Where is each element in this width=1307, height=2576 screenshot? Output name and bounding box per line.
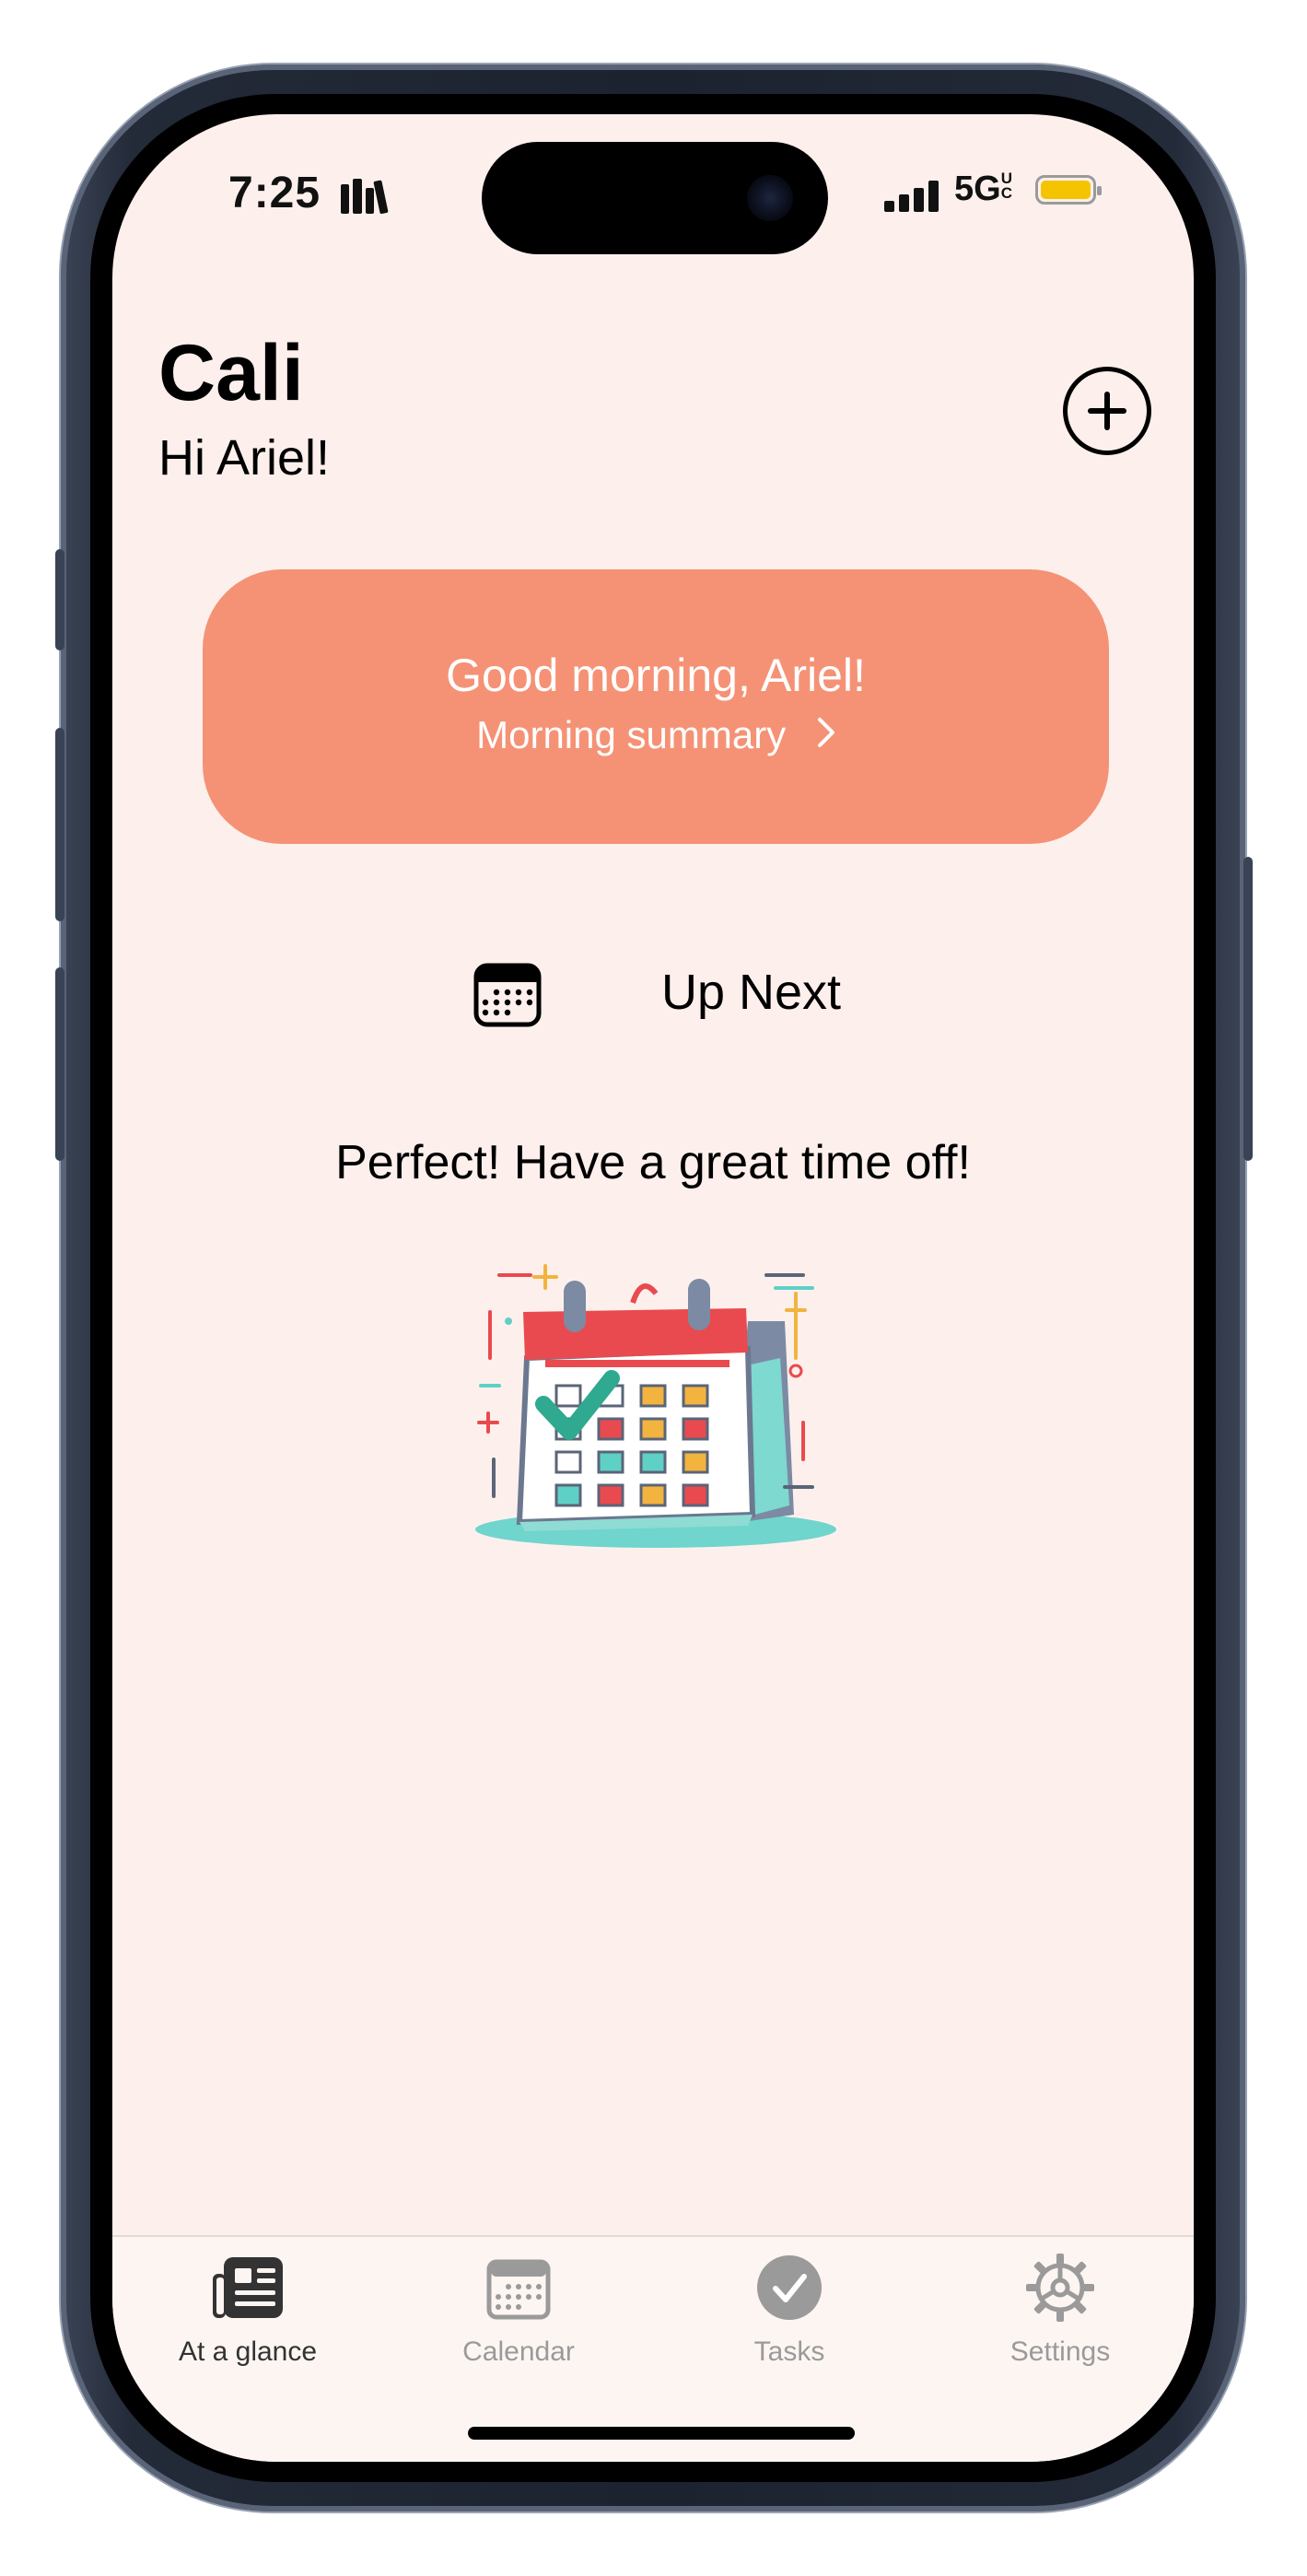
dynamic-island (482, 142, 828, 254)
greeting-text: Hi Ariel! (158, 430, 331, 486)
battery-fill (1041, 181, 1091, 199)
tab-tasks[interactable]: Tasks (654, 2237, 925, 2375)
tab-label: Calendar (462, 2336, 575, 2367)
morning-summary-card[interactable]: Good morning, Ariel! Morning summary (203, 569, 1109, 844)
tab-label: Tasks (753, 2336, 825, 2367)
app-title: Cali (158, 329, 304, 417)
plus-circle-icon[interactable] (1063, 367, 1151, 455)
tab-label: At a glance (178, 2336, 318, 2367)
chevron-right-icon (817, 718, 834, 747)
volume-up-button (55, 728, 64, 921)
calendar-checkmark-illustration (475, 1264, 836, 1548)
power-button (1243, 857, 1253, 1161)
volume-down-button (55, 967, 64, 1161)
summary-title: Good morning, Ariel! (446, 650, 866, 701)
library-icon (341, 179, 389, 215)
gear-icon (1026, 2254, 1094, 2322)
empty-state-message: Perfect! Have a great time off! (335, 1136, 971, 1189)
calendar-icon (473, 963, 542, 1027)
checkmark-circle-icon (757, 2255, 822, 2320)
morning-summary-link[interactable]: Morning summary (203, 713, 1109, 757)
network-sup: UC (1000, 170, 1012, 202)
action-button (55, 549, 64, 650)
app-screen: 7:25 5GUC Cali Hi Ariel! Good morning, A… (112, 114, 1194, 2462)
tab-settings[interactable]: Settings (925, 2237, 1194, 2375)
battery-nub (1097, 186, 1102, 195)
front-camera-icon (747, 175, 793, 221)
tab-at-a-glance[interactable]: At a glance (112, 2237, 383, 2375)
network-type: 5GUC (954, 170, 1020, 209)
signal-icon (884, 181, 939, 212)
battery-icon (1035, 175, 1102, 205)
tab-label: Settings (1009, 2336, 1111, 2367)
up-next-label: Up Next (661, 965, 842, 1020)
newspaper-icon (213, 2257, 283, 2318)
network-main: 5G (954, 170, 1001, 208)
summary-link-label: Morning summary (476, 713, 787, 756)
home-indicator[interactable] (468, 2427, 855, 2440)
tab-calendar[interactable]: Calendar (383, 2237, 654, 2375)
calendar-icon (486, 2259, 551, 2320)
status-time: 7:25 (228, 169, 321, 217)
